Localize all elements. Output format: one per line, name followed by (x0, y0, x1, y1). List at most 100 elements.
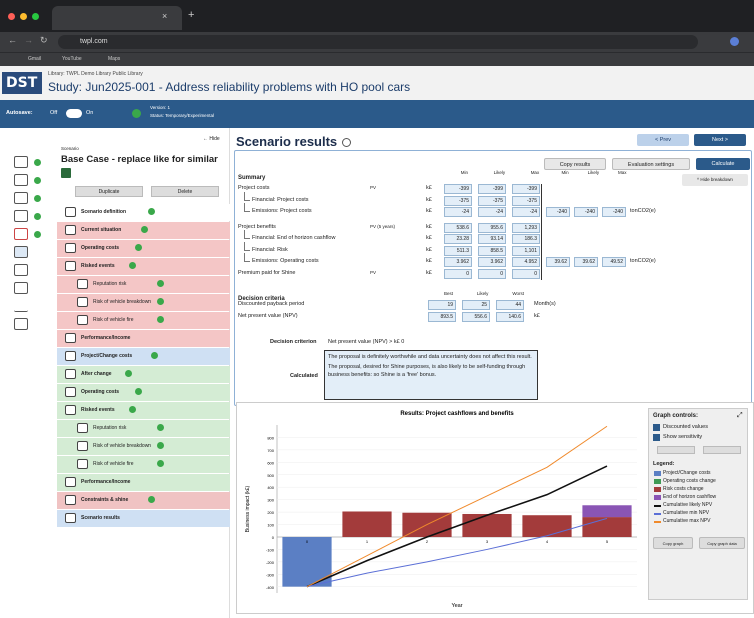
legend-item: Cumulative likely NPV (653, 502, 747, 510)
library-label: Library: TWPL Demo Library Public Librar… (48, 71, 143, 77)
scenario-icon[interactable] (14, 246, 28, 258)
copy-results-button[interactable]: Copy results (544, 158, 606, 170)
summary-row: Premium paid for Shine PV k£ 0 0 0 (238, 268, 748, 281)
people-icon[interactable] (14, 156, 28, 168)
nav-item[interactable]: Current situation (57, 222, 230, 239)
summary-value: 0 (444, 268, 472, 279)
decision-value: 25 (462, 300, 490, 310)
emission-headers: Min Likely Max (552, 170, 636, 175)
url-input[interactable]: twpl.com (58, 35, 698, 49)
close-tab-icon[interactable]: × (162, 11, 167, 21)
summary-value: 3.962 (478, 257, 506, 267)
back-icon[interactable]: ← (8, 35, 17, 45)
bookmark-maps[interactable]: Maps (108, 56, 120, 62)
nav-item[interactable]: Risk of vehicle breakdown (57, 438, 230, 455)
status-ok-icon (132, 109, 141, 118)
chart-icon[interactable] (14, 300, 28, 312)
nav-item[interactable]: Risked events (57, 402, 230, 419)
duplicate-button[interactable]: Duplicate (75, 186, 143, 197)
autosave-label: Autosave: (6, 110, 33, 116)
nav-item[interactable]: Constraints & shine (57, 492, 230, 509)
y-tick-label: 0 (272, 535, 275, 540)
nav-item[interactable]: Reputation risk (57, 276, 230, 293)
document-icon[interactable] (14, 318, 28, 330)
calc-text-1: The proposal is definitely worthwhile an… (328, 354, 532, 360)
legend-label: End of horizon cashflow (663, 494, 717, 500)
autosave-toggle[interactable] (66, 109, 82, 118)
calculate-button[interactable]: Calculate (696, 158, 750, 170)
new-tab-icon[interactable]: + (188, 9, 194, 21)
discounted-checkbox[interactable] (653, 424, 660, 431)
decision-row: Discounted payback period 19 25 44 Month(s) (238, 300, 638, 312)
reload-icon[interactable]: ↻ (40, 35, 48, 46)
summary-value: 538.6 (444, 222, 472, 233)
calendar-icon[interactable] (14, 282, 28, 294)
legend-item: Project/Change costs (653, 470, 747, 478)
nav-item[interactable]: Operating costs (57, 384, 230, 401)
nav-item-icon (77, 423, 88, 433)
browser-tab[interactable]: × (52, 6, 182, 30)
minimize-window-button[interactable] (20, 13, 27, 20)
nav-item[interactable]: Project/Change costs (57, 348, 230, 365)
y-tick-label: 400 (267, 485, 274, 490)
check-icon (135, 388, 142, 395)
emission-value: -240 (546, 207, 570, 217)
forward-icon[interactable]: → (24, 35, 33, 45)
bookmark-youtube[interactable]: YouTube (62, 56, 82, 62)
delete-button[interactable]: Delete (151, 186, 219, 197)
close-window-button[interactable] (8, 13, 15, 20)
nav-item[interactable]: Risked events (57, 258, 230, 275)
hide-nav-button[interactable]: ← Hide (203, 136, 220, 142)
check-icon (34, 195, 41, 202)
nav-item-icon (77, 459, 88, 469)
nav-item[interactable]: Risk of vehicle fire (57, 312, 230, 329)
legend-label: Risk costs change (663, 486, 704, 492)
nav-item[interactable]: Risk of vehicle fire (57, 456, 230, 473)
check-icon (147, 496, 155, 503)
nav-item[interactable]: Reputation risk (57, 420, 230, 437)
network-icon[interactable] (14, 228, 28, 240)
nav-item[interactable]: Performance/Income (57, 330, 230, 347)
summary-row: Emissions: Project costs k£ -24 -24 -24 -240-… (238, 203, 748, 219)
summary-row-label: Financial: Risk (252, 246, 288, 253)
summary-row: Financial: End of horizon cashflow k£ 23.2… (238, 230, 748, 246)
nav-item-label: Risk of vehicle breakdown (93, 299, 152, 305)
help-icon[interactable] (14, 174, 28, 186)
share-icon[interactable] (14, 192, 28, 204)
nav-item[interactable]: Scenario results (57, 510, 230, 527)
profile-avatar[interactable] (730, 37, 739, 46)
sensitivity-checkbox[interactable] (653, 434, 660, 441)
url-text: twpl.com (80, 38, 108, 45)
copy-graph-button[interactable]: Copy graph (653, 537, 693, 549)
graph-option-button[interactable] (657, 446, 695, 454)
help-circle-icon[interactable] (342, 138, 351, 147)
legend-item: Operating costs change (653, 478, 747, 486)
summary-value: 955.6 (478, 222, 506, 233)
nav-item[interactable]: Scenario definition (57, 204, 230, 221)
copy-icon[interactable] (14, 210, 28, 222)
tree-connector (244, 230, 250, 239)
nav-item[interactable]: Risk of vehicle breakdown (57, 294, 230, 311)
summary-row: Financial: Risk k£ 511.3 858.5 1,101 (238, 241, 748, 258)
nav-item-icon (65, 351, 76, 361)
summary-row-unit: k£ (426, 196, 432, 203)
summary-row: Project costs PV k£ -399 -399 -399 (238, 184, 748, 196)
check-icon (157, 460, 164, 467)
graph-option-button[interactable] (703, 446, 741, 454)
bookmarks-bar: Gmail YouTube Maps (0, 52, 754, 66)
copy-graph-data-button[interactable]: Copy graph data (699, 537, 745, 549)
expand-icon[interactable]: ⤢ (737, 412, 743, 420)
nav-item[interactable]: After change (57, 366, 230, 383)
maximize-window-button[interactable] (32, 13, 39, 20)
prev-button[interactable]: < Prev (637, 134, 689, 146)
calendar-icon[interactable] (14, 264, 28, 276)
evaluation-settings-button[interactable]: Evaluation settings (612, 158, 690, 170)
bookmark-gmail[interactable]: Gmail (28, 56, 41, 62)
next-button[interactable]: Next > (694, 134, 746, 146)
nav-item[interactable]: Operating costs (57, 240, 230, 257)
nav-item[interactable]: Performance/Income (57, 474, 230, 491)
check-icon (157, 298, 164, 305)
summary-value: -24 (444, 207, 472, 217)
emission-value: 39.62 (574, 257, 598, 267)
legend-swatch (654, 495, 661, 500)
